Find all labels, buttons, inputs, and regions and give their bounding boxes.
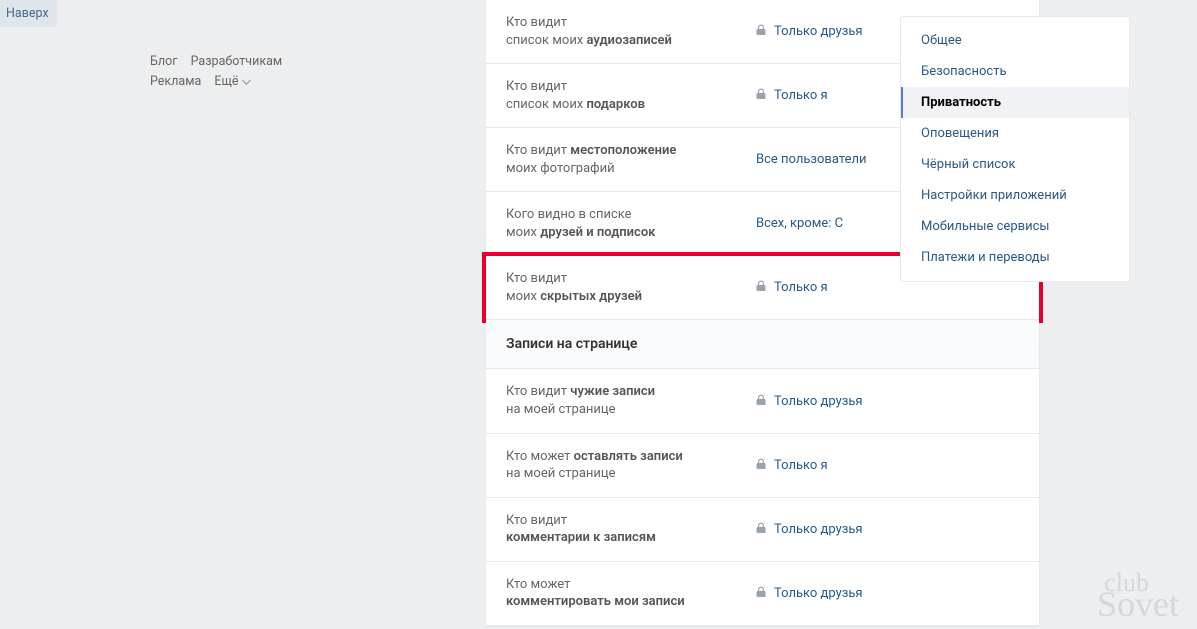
- wall-row: Кто можеткомментировать мои записиТолько…: [486, 562, 1039, 626]
- setting-label: Кто видит местоположениемоих фотографий: [506, 142, 756, 177]
- setting-value[interactable]: Только друзья: [756, 24, 863, 39]
- lock-icon: [756, 522, 766, 537]
- setting-label: Кто видиткомментарии к записям: [506, 512, 756, 547]
- sidebar-item-5[interactable]: Настройки приложений: [901, 180, 1129, 211]
- lock-icon: [756, 586, 766, 601]
- section-header-wall: Записи на странице: [486, 319, 1039, 369]
- lock-icon: [756, 88, 766, 103]
- sidebar-item-1[interactable]: Безопасность: [901, 56, 1129, 87]
- sidebar-item-2[interactable]: Приватность: [901, 87, 1129, 118]
- scroll-top-button[interactable]: Наверх: [0, 0, 57, 27]
- wall-row: Кто видит чужие записина моей страницеТо…: [486, 369, 1039, 433]
- nav-more[interactable]: Ещё: [214, 72, 247, 92]
- setting-value[interactable]: Только я: [756, 458, 828, 473]
- nav-blog[interactable]: Блог: [150, 52, 177, 72]
- wall-row: Кто может оставлять записина моей страни…: [486, 434, 1039, 498]
- watermark-logo: club Sovet: [1097, 574, 1179, 617]
- sidebar-item-0[interactable]: Общее: [901, 25, 1129, 56]
- setting-label: Кто может оставлять записина моей страни…: [506, 448, 756, 483]
- sidebar-item-6[interactable]: Мобильные сервисы: [901, 211, 1129, 242]
- setting-value[interactable]: Только друзья: [756, 522, 863, 537]
- settings-sidebar: ОбщееБезопасностьПриватностьОповещенияЧё…: [900, 16, 1130, 282]
- lock-icon: [756, 394, 766, 409]
- setting-label: Кто видит чужие записина моей странице: [506, 383, 756, 418]
- setting-label: Кого видно в спискемоих друзей и подписо…: [506, 206, 756, 241]
- sidebar-item-4[interactable]: Чёрный список: [901, 149, 1129, 180]
- setting-value[interactable]: Только я: [756, 280, 828, 295]
- lock-icon: [756, 458, 766, 473]
- setting-label: Кто видитмоих скрытых друзей: [506, 270, 756, 305]
- setting-value[interactable]: Только друзья: [756, 394, 863, 409]
- setting-label: Кто видитсписок моих подарков: [506, 78, 756, 113]
- setting-value[interactable]: Всех, кроме: С: [756, 216, 843, 231]
- sidebar-item-7[interactable]: Платежи и переводы: [901, 242, 1129, 273]
- sidebar-item-3[interactable]: Оповещения: [901, 118, 1129, 149]
- setting-label: Кто можеткомментировать мои записи: [506, 576, 756, 611]
- wall-row: Кто видиткомментарии к записямТолько дру…: [486, 498, 1039, 562]
- nav-developers[interactable]: Разработчикам: [191, 52, 283, 72]
- setting-value[interactable]: Все пользователи: [756, 152, 867, 167]
- setting-value[interactable]: Только я: [756, 88, 828, 103]
- footer-nav: Блог Разработчикам Реклама Ещё: [150, 22, 310, 92]
- nav-ads[interactable]: Реклама: [150, 72, 201, 92]
- chevron-down-icon: [242, 76, 250, 84]
- setting-value[interactable]: Только друзья: [756, 586, 863, 601]
- lock-icon: [756, 24, 766, 39]
- lock-icon: [756, 280, 766, 295]
- setting-label: Кто видитсписок моих аудиозаписей: [506, 14, 756, 49]
